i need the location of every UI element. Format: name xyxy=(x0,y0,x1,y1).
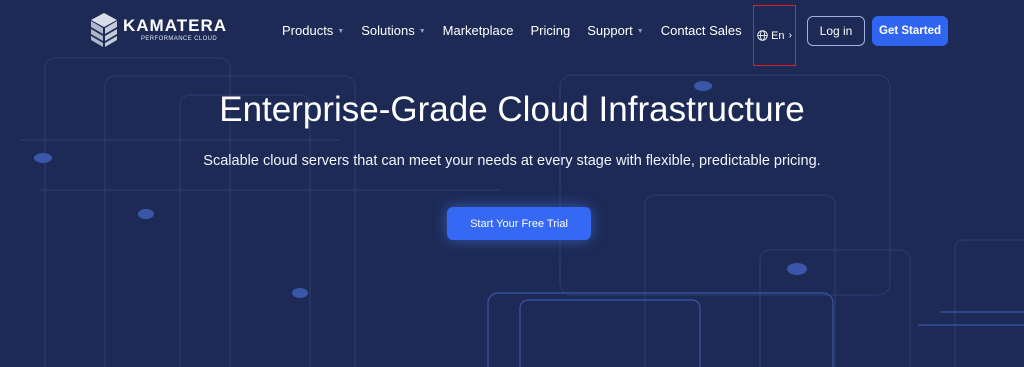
nav-item-label: Support xyxy=(587,22,633,38)
nav-item-marketplace[interactable]: Marketplace xyxy=(443,20,514,40)
site-header: KAMATERA PERFORMANCE CLOUD Products ▼ So… xyxy=(0,0,1024,66)
nav-item-contact-sales[interactable]: Contact Sales xyxy=(661,20,742,40)
chevron-down-icon: ▼ xyxy=(337,28,345,35)
login-button[interactable]: Log in xyxy=(807,16,865,46)
nav-item-label: Contact Sales xyxy=(660,22,742,38)
chevron-down-icon: ▼ xyxy=(418,28,426,35)
chevron-right-icon: › xyxy=(788,30,792,41)
get-started-button[interactable]: Get Started xyxy=(872,16,948,46)
chevron-down-icon: ▼ xyxy=(636,28,644,35)
nav-item-support[interactable]: Support ▼ xyxy=(587,20,643,40)
nav-item-products[interactable]: Products ▼ xyxy=(282,20,344,40)
globe-icon xyxy=(757,30,768,41)
hero-title: Enterprise-Grade Cloud Infrastructure xyxy=(219,90,805,129)
nav-item-label: Solutions xyxy=(361,22,415,38)
cube-logo-icon xyxy=(91,13,117,47)
hero-subtitle: Scalable cloud servers that can meet you… xyxy=(203,153,821,169)
nav-item-label: Marketplace xyxy=(442,22,514,38)
brand-name: KAMATERA xyxy=(123,16,228,35)
main-nav: Products ▼ Solutions ▼ Marketplace Prici… xyxy=(282,20,759,40)
nav-item-label: Products xyxy=(282,22,334,38)
nav-item-pricing[interactable]: Pricing xyxy=(530,20,570,40)
nav-item-solutions[interactable]: Solutions ▼ xyxy=(361,20,425,40)
language-selector[interactable]: En › xyxy=(753,5,796,66)
brand-tagline: PERFORMANCE CLOUD xyxy=(141,36,218,42)
nav-item-label: Pricing xyxy=(530,22,571,38)
start-free-trial-button[interactable]: Start Your Free Trial xyxy=(447,207,591,240)
brand-logo[interactable]: KAMATERA PERFORMANCE CLOUD xyxy=(90,12,227,48)
language-label: En xyxy=(771,29,785,42)
